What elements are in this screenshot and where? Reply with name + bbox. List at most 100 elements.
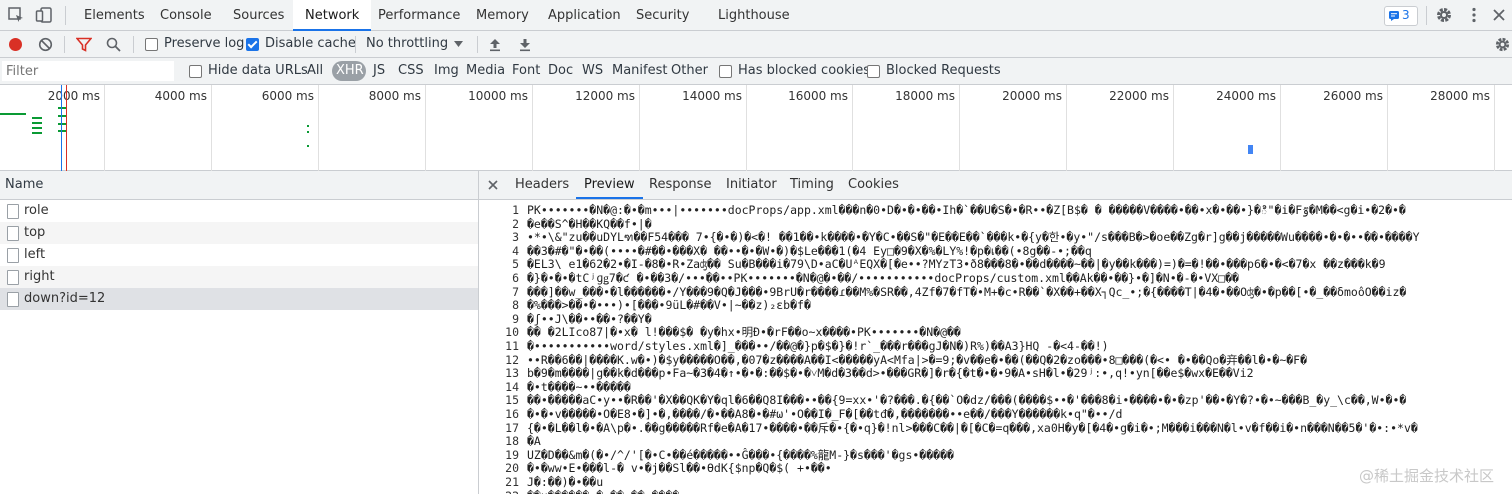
timeline-gridline xyxy=(104,85,105,171)
file-icon xyxy=(7,270,19,285)
has-blocked-cookies-label: Has blocked cookies xyxy=(738,63,871,78)
request-row-down-selected[interactable]: down?id=12 xyxy=(0,288,478,310)
tab-console[interactable]: Console xyxy=(148,0,224,31)
divider xyxy=(1426,6,1427,25)
type-filter-css[interactable]: CSS xyxy=(398,63,424,78)
timeline-tick-label: 6000 ms xyxy=(261,89,314,103)
tab-application[interactable]: Application xyxy=(536,0,633,31)
line-text: �•••••••••••word/styles.xml�]_���••/��@�… xyxy=(527,339,1109,353)
device-toolbar-icon[interactable] xyxy=(35,6,53,24)
tab-elements[interactable]: Elements xyxy=(72,0,157,31)
tab-response[interactable]: Response xyxy=(641,171,719,199)
tab-cookies[interactable]: Cookies xyxy=(840,171,907,199)
close-devtools-icon[interactable] xyxy=(1490,6,1508,24)
type-filter-img[interactable]: Img xyxy=(434,63,459,78)
request-row-left[interactable]: left xyxy=(0,244,478,266)
line-number: 5 xyxy=(512,257,519,272)
line-text: ��3�#�"�•��(••••�#��•���X� ��••�•�W•�)�$… xyxy=(527,243,1092,258)
tab-security[interactable]: Security xyxy=(624,0,701,31)
name-column-label: Name xyxy=(5,177,44,192)
timeline-gridline xyxy=(318,85,319,171)
network-settings-gear-icon[interactable] xyxy=(1494,36,1511,53)
filter-input[interactable] xyxy=(2,61,174,81)
line-text: ��•�����aC•y••�R��'�X��QK�Y�ql�6��Q8I���… xyxy=(527,393,1407,408)
request-row-top[interactable]: top xyxy=(0,222,478,244)
tab-timing[interactable]: Timing xyxy=(782,171,842,199)
timeline-gridline xyxy=(211,85,212,171)
filter-icon[interactable] xyxy=(76,37,92,52)
divider xyxy=(64,36,65,53)
search-icon[interactable] xyxy=(106,37,121,52)
filter-bar: Hide data URLs All XHR JS CSS Img Media … xyxy=(0,58,1512,85)
divider xyxy=(133,36,134,53)
preserve-log-checkbox[interactable] xyxy=(145,38,158,51)
record-icon[interactable] xyxy=(8,37,23,52)
type-filter-js[interactable]: JS xyxy=(373,63,385,78)
line-text: �•�•v�����•O�E8•�]•�,����/�•��A8�•�#ω'•O… xyxy=(527,407,1123,421)
type-filter-all[interactable]: All xyxy=(307,63,323,78)
tab-headers[interactable]: Headers xyxy=(507,171,577,199)
name-column-header[interactable]: Name xyxy=(0,171,478,200)
request-row-right[interactable]: right xyxy=(0,266,478,288)
type-filter-font[interactable]: Font xyxy=(512,63,540,78)
type-filter-manifest[interactable]: Manifest xyxy=(612,63,667,78)
line-number: 9 xyxy=(512,311,519,326)
tab-memory[interactable]: Memory xyxy=(464,0,541,31)
tab-sources[interactable]: Sources xyxy=(221,0,296,31)
more-options-icon[interactable] xyxy=(1465,6,1483,24)
type-filter-doc[interactable]: Doc xyxy=(548,63,573,78)
type-filter-other[interactable]: Other xyxy=(671,63,708,78)
type-filter-xhr[interactable]: XHR xyxy=(332,61,366,81)
issues-badge[interactable]: 3 xyxy=(1384,6,1418,26)
file-icon xyxy=(7,248,19,263)
import-har-icon[interactable] xyxy=(488,37,502,52)
tab-initiator[interactable]: Initiator xyxy=(718,171,785,199)
type-filter-media[interactable]: Media xyxy=(466,63,505,78)
line-text: b�9�m����|g��k�d���p•Fa~�3�4�↑•�•�:��$�•… xyxy=(527,366,1254,381)
line-text: PK•••••••�N�@:�•�m•••|•••••••docProps/ap… xyxy=(527,203,1406,217)
watermark: @稀土掘金技术社区 xyxy=(1358,467,1494,485)
tab-network[interactable]: Network xyxy=(293,0,372,31)
line-number: 8 xyxy=(512,298,519,313)
line-number: 16 xyxy=(505,407,519,421)
line-number: 3 xyxy=(512,230,519,245)
file-icon xyxy=(7,204,19,219)
disable-cache-checkbox[interactable] xyxy=(246,38,259,51)
clear-icon[interactable] xyxy=(38,37,53,52)
type-filter-xhr-label: XHR xyxy=(336,63,364,78)
blocked-requests-checkbox[interactable] xyxy=(867,65,880,78)
export-har-icon[interactable] xyxy=(518,37,532,52)
timeline-bar xyxy=(307,145,309,147)
line-number: 19 xyxy=(505,447,519,462)
throttling-select[interactable]: No throttling xyxy=(360,33,470,55)
line-text: �� �2LIco87|�•x� l!���$� �y�hx•明Đ•�rF��o… xyxy=(527,325,961,340)
line-number: 15 xyxy=(505,393,519,408)
has-blocked-cookies-checkbox[interactable] xyxy=(719,65,732,78)
request-name: down?id=12 xyxy=(24,291,106,306)
line-text: �•�ww•E•���l-� v•�j��Sl��•ϴdK{$np�Q�$( +… xyxy=(527,461,832,476)
inspect-element-icon[interactable] xyxy=(7,6,25,24)
blocked-requests-label: Blocked Requests xyxy=(886,63,1001,78)
close-detail-icon[interactable] xyxy=(488,180,498,190)
tab-preview[interactable]: Preview xyxy=(576,171,643,199)
line-number: 2 xyxy=(512,216,519,231)
timeline-tick-label: 22000 ms xyxy=(1109,89,1169,103)
request-name: left xyxy=(24,247,46,262)
line-text: �EL3\ e1�62�2•�I-�8�•R•Zaʤ�� Su�B���i�79… xyxy=(527,257,1386,272)
timeline-gridline xyxy=(1173,85,1174,171)
line-number: 14 xyxy=(505,379,519,394)
line-number: 10 xyxy=(505,325,519,340)
tab-performance[interactable]: Performance xyxy=(366,0,472,31)
tab-lighthouse[interactable]: Lighthouse xyxy=(706,0,802,31)
type-filter-ws[interactable]: WS xyxy=(582,63,603,78)
request-name: role xyxy=(24,203,49,218)
hide-data-urls-checkbox[interactable] xyxy=(189,65,202,78)
timeline-tick-label: 20000 ms xyxy=(1002,89,1062,103)
timeline-gridline xyxy=(425,85,426,171)
settings-gear-icon[interactable] xyxy=(1435,6,1453,24)
timeline-tick-label: 2000 ms xyxy=(47,89,100,103)
timeline-overview[interactable]: 2000 ms 4000 ms 6000 ms 8000 ms 10000 ms 1200… xyxy=(0,85,1512,171)
timeline-gridline xyxy=(959,85,960,171)
response-preview[interactable]: 1 PK•••••••�N�@:�•�m•••|•••••••docProps/a… xyxy=(479,200,1512,494)
request-row-role[interactable]: role xyxy=(0,200,478,222)
